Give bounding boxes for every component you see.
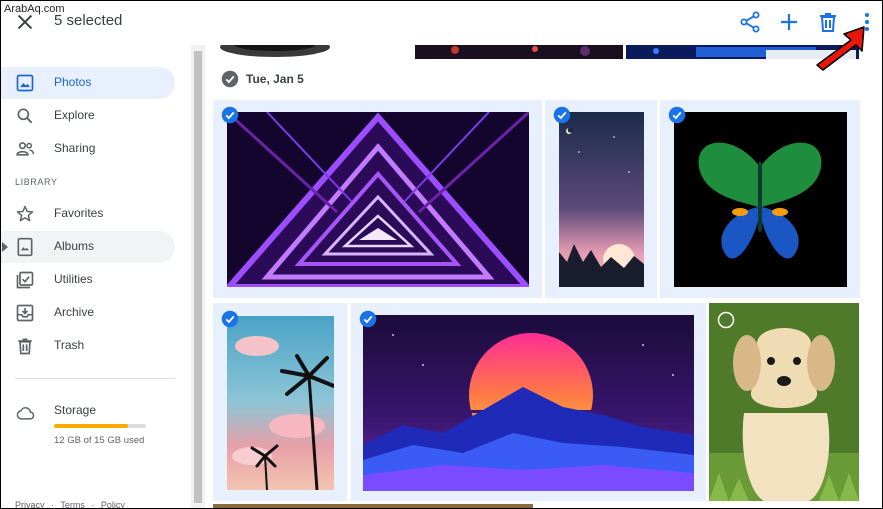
sidebar-item-archive[interactable]: Archive <box>1 297 175 329</box>
selection-toolbar: 5 selected <box>1 1 882 45</box>
terms-link[interactable]: Terms <box>60 500 85 508</box>
photo-thumbnail-partial[interactable] <box>415 45 623 59</box>
search-icon <box>17 108 33 124</box>
people-icon <box>16 142 35 156</box>
photo-icon <box>16 74 34 92</box>
photo-thumbnail <box>227 112 529 287</box>
trash-icon <box>18 338 32 355</box>
sidebar: Photos Explore Sharing LIBRARY Favorites <box>1 45 191 508</box>
photo-thumbnail-partial[interactable] <box>213 504 533 508</box>
footer-links: Privacy · Terms · Policy <box>15 500 129 509</box>
selected-check-icon[interactable] <box>221 310 239 328</box>
storage-progress-fill <box>54 424 128 428</box>
sidebar-item-label: Explore <box>54 108 95 122</box>
photo-thumbnail <box>709 303 859 501</box>
footer-separator: · <box>51 500 55 509</box>
star-icon <box>16 205 34 222</box>
watermark: ArabAq.com <box>4 3 65 15</box>
sidebar-scrollbar[interactable] <box>191 45 205 508</box>
selected-check-icon[interactable] <box>221 106 239 124</box>
sidebar-divider <box>15 378 175 379</box>
photo-thumbnail <box>227 316 334 490</box>
photo-tile[interactable] <box>351 303 706 501</box>
sidebar-item-label: Albums <box>54 239 95 253</box>
policy-link[interactable]: Policy <box>101 500 125 508</box>
sidebar-item-utilities[interactable]: Utilities <box>1 264 175 296</box>
sidebar-item-sharing[interactable]: Sharing <box>1 133 175 165</box>
photo-tile[interactable] <box>213 303 347 501</box>
sidebar-item-albums[interactable]: Albums <box>1 231 175 263</box>
album-icon <box>17 237 33 257</box>
sidebar-item-label: Photos <box>54 75 92 89</box>
date-select-check-icon[interactable] <box>221 70 239 88</box>
photo-tile[interactable] <box>709 303 859 501</box>
sidebar-item-explore[interactable]: Explore <box>1 100 175 132</box>
photo-thumbnail <box>559 112 644 287</box>
chevron-right-icon <box>2 242 8 252</box>
selected-check-icon[interactable] <box>359 310 377 328</box>
photo-tile[interactable] <box>660 100 860 298</box>
date-header: Tue, Jan 5 <box>246 72 304 86</box>
photo-tile[interactable] <box>213 100 542 298</box>
selected-check-icon[interactable] <box>553 106 571 124</box>
photo-thumbnail-partial[interactable] <box>205 45 335 59</box>
library-header: LIBRARY <box>15 177 58 187</box>
share-icon[interactable] <box>738 10 762 34</box>
archive-icon <box>16 304 34 322</box>
scrollbar-thumb[interactable] <box>194 51 202 503</box>
sidebar-item-label: Favorites <box>54 206 104 220</box>
photo-tile[interactable] <box>545 100 657 298</box>
utilities-icon <box>16 271 34 289</box>
storage-progress-bar <box>54 424 146 428</box>
add-icon[interactable] <box>777 10 801 34</box>
sidebar-item-favorites[interactable]: Favorites <box>1 198 175 230</box>
sidebar-item-label: Utilities <box>54 272 93 286</box>
privacy-link[interactable]: Privacy <box>15 500 45 508</box>
storage-title: Storage <box>54 403 97 417</box>
sidebar-item-label: Sharing <box>54 141 96 155</box>
sidebar-item-photos[interactable]: Photos <box>1 67 175 99</box>
sidebar-item-label: Trash <box>54 338 85 352</box>
unselected-check-icon[interactable] <box>717 311 735 329</box>
sidebar-item-trash[interactable]: Trash <box>1 330 175 362</box>
photo-grid: Tue, Jan 5 <box>205 45 882 508</box>
storage-usage-text: 12 GB of 15 GB used <box>54 435 145 446</box>
selected-check-icon[interactable] <box>668 106 686 124</box>
annotation-arrow-icon <box>816 26 865 71</box>
photo-thumbnail <box>674 112 847 287</box>
footer-separator: · <box>91 500 95 509</box>
photo-thumbnail <box>363 315 694 491</box>
photos-app-window: 5 selected ArabAq.com Photos Explore Sha… <box>0 0 883 509</box>
sidebar-item-label: Archive <box>54 305 95 319</box>
cloud-icon <box>16 407 35 420</box>
